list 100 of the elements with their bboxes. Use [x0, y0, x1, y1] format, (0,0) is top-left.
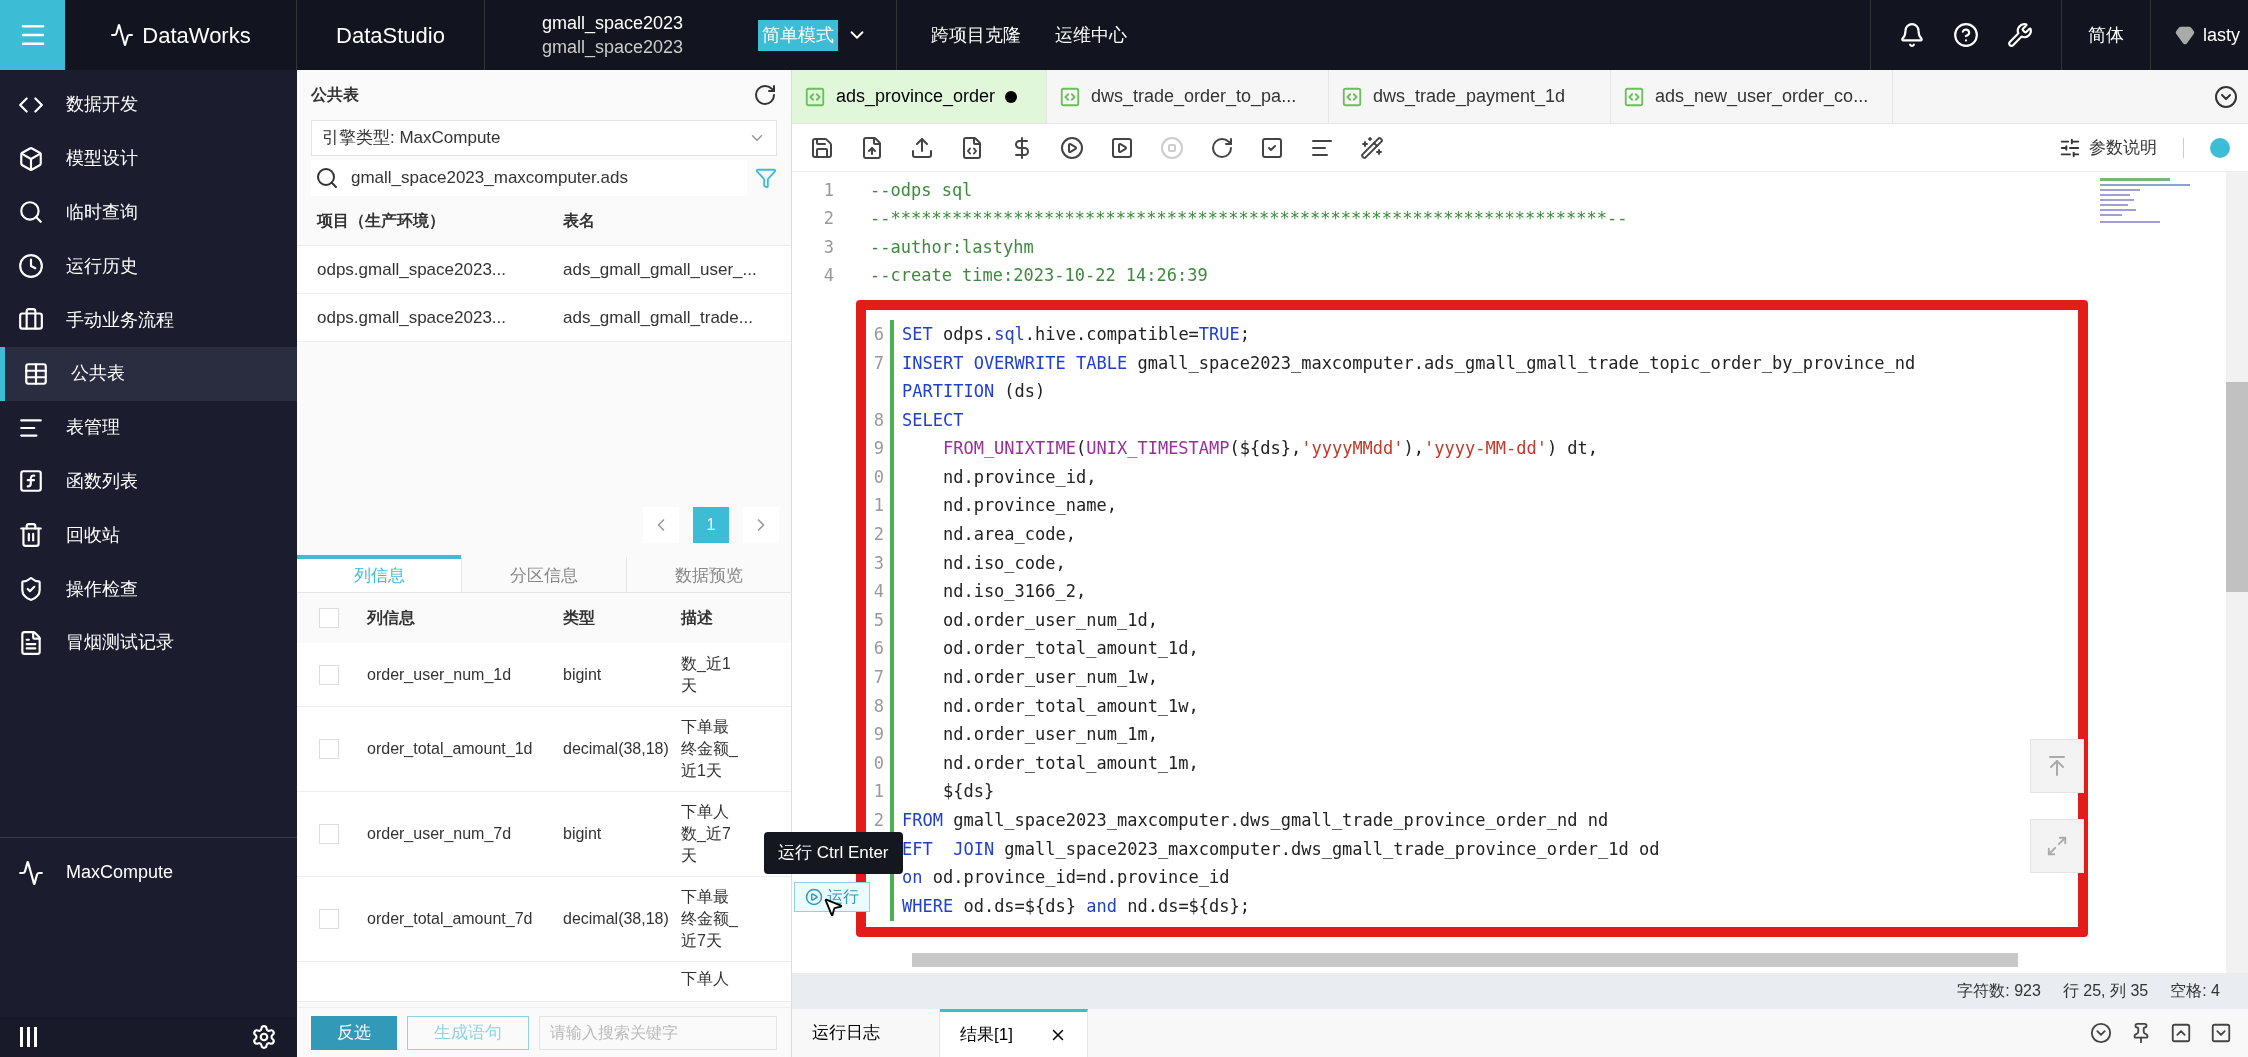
line-number: 2 — [872, 523, 885, 547]
version-icon[interactable] — [960, 135, 984, 160]
bottom-tab[interactable]: 结果[1] — [940, 1009, 1088, 1057]
clock-icon — [18, 253, 44, 280]
run-icon[interactable] — [1060, 135, 1084, 160]
reload-icon[interactable] — [1210, 135, 1234, 160]
status-text: 行 25, 列 35 — [2062, 981, 2149, 1001]
field-description: 下单人数_近7天 — [681, 802, 732, 866]
submit-icon[interactable] — [910, 135, 934, 160]
line-number: 3 — [822, 235, 835, 259]
line-number: 8 — [872, 408, 885, 432]
document-icon — [18, 629, 44, 656]
refresh-icon[interactable] — [753, 83, 777, 107]
brand-name: DataWorks — [142, 21, 251, 50]
notification-icon[interactable] — [1899, 22, 1925, 48]
code-line: nd.province_name, — [941, 494, 1117, 518]
maximize-panel-icon[interactable] — [2170, 1022, 2192, 1044]
table-cell-text: ads_gmall_gmall_trade... — [563, 306, 753, 329]
field-type: bigint — [563, 664, 603, 685]
line-number: 2 — [822, 207, 835, 231]
sidebar-item[interactable]: 表管理 — [0, 400, 297, 455]
line-number: 0 — [872, 751, 885, 775]
tab-list-icon[interactable] — [2214, 84, 2238, 109]
sidebar-item[interactable]: 操作检查 — [0, 562, 297, 616]
sidebar-item[interactable]: 冒烟测试记录 — [0, 615, 297, 670]
line-number: 6 — [872, 637, 885, 661]
select-all-checkbox[interactable] — [319, 608, 339, 628]
field-description: 数_近1天 — [681, 653, 732, 696]
sidebar-item[interactable]: 手动业务流程 — [0, 293, 297, 347]
horizontal-scrollbar[interactable] — [912, 953, 2018, 967]
collapse-icon[interactable] — [20, 1027, 37, 1047]
keyword-field[interactable]: 请输入搜索关键字 — [539, 1015, 777, 1050]
editor-tab[interactable]: ads_province_order — [792, 70, 1047, 123]
user-menu[interactable]: lasty — [2151, 0, 2248, 70]
settings-icon[interactable] — [251, 1024, 277, 1050]
editor-tab[interactable]: ads_new_user_order_co... — [1611, 70, 1893, 123]
code-line: nd.iso_code, — [941, 551, 1066, 575]
status-text: 字符数: 923 — [1957, 981, 2041, 1001]
nav-link[interactable]: 跨项目克隆 — [931, 21, 1021, 49]
tools-icon[interactable] — [1360, 135, 1384, 160]
code-line: nd.order_user_num_1m, — [941, 723, 1158, 747]
row-checkbox[interactable] — [319, 909, 339, 929]
column-header: 类型 — [563, 608, 596, 628]
wrench-icon[interactable] — [2007, 22, 2033, 48]
check-icon[interactable] — [1260, 135, 1284, 160]
line-number: 9 — [872, 723, 885, 747]
expand-icon — [2046, 835, 2068, 857]
table-cell-text: odps.gmall_space2023... — [317, 258, 508, 281]
run-with-params-icon[interactable] — [1110, 135, 1134, 160]
line-number: 6 — [872, 322, 885, 346]
avatar-icon — [2175, 25, 2195, 45]
sidebar-item[interactable]: 临时查询 — [0, 185, 297, 240]
column-header: 描述 — [681, 608, 713, 628]
sql-file-icon — [804, 85, 826, 108]
code-line: nd.area_code, — [941, 523, 1076, 547]
search-field[interactable]: gmall_space2023_maxcomputer.ads — [311, 160, 747, 196]
help-icon[interactable] — [1953, 22, 1979, 48]
nav-link[interactable]: 运维中心 — [1055, 21, 1127, 49]
save-icon[interactable] — [810, 135, 834, 160]
line-number: 4 — [822, 264, 835, 288]
sidebar-item[interactable]: 回收站 — [0, 508, 297, 563]
trash-icon — [18, 522, 44, 549]
code-line: od.order_total_amount_1d, — [941, 637, 1199, 661]
field-name: order_total_amount_1d — [367, 739, 534, 759]
workspace-name: gmall_space2023 — [541, 12, 684, 35]
panel-tab[interactable]: 分区信息 — [461, 555, 626, 592]
params-link[interactable]: 参数说明 — [2059, 134, 2157, 161]
sidebar-item[interactable]: 数据开发 — [0, 78, 297, 132]
save-as-icon[interactable] — [860, 135, 884, 160]
minimize-panel-icon[interactable] — [2210, 1022, 2232, 1044]
sidebar-item[interactable]: 公共表 — [0, 347, 297, 401]
row-checkbox[interactable] — [319, 824, 339, 844]
vertical-scrollbar[interactable] — [2226, 382, 2248, 592]
editor-tab[interactable]: dws_trade_order_to_pa... — [1047, 70, 1329, 123]
panel-tab[interactable]: 数据预览 — [626, 555, 791, 592]
table-icon — [23, 360, 49, 387]
editor-tab[interactable]: dws_trade_payment_1d — [1329, 70, 1611, 123]
line-number: 1 — [822, 178, 835, 202]
line-number: 1 — [872, 780, 885, 804]
line-number: 0 — [872, 465, 885, 489]
line-number: 8 — [872, 694, 885, 718]
sidebar-item[interactable]: 运行历史 — [0, 239, 297, 294]
field-name: order_user_num_1d — [367, 664, 513, 685]
row-checkbox[interactable] — [319, 664, 339, 685]
collapse-panel-icon[interactable] — [2090, 1022, 2112, 1044]
row-checkbox[interactable] — [319, 739, 339, 759]
code-line: SET odps.sql.hive.compatible=TRUE; — [902, 322, 1251, 346]
table-cell-text: ads_gmall_gmall_user_... — [563, 258, 757, 281]
code-line: SELECT — [902, 408, 964, 432]
line-number: 1 — [872, 494, 885, 518]
sidebar-item[interactable]: 模型设计 — [0, 131, 297, 186]
code-line: ${ds} — [941, 780, 995, 804]
line-number: 2 — [872, 809, 885, 832]
line-number: 3 — [872, 551, 885, 575]
sidebar-item[interactable]: 函数列表 — [0, 454, 297, 509]
code-line: --odps sql — [870, 178, 973, 202]
engine-select[interactable]: 引擎类型: MaxCompute — [311, 120, 777, 156]
code-line: PARTITION (ds) — [902, 380, 1046, 404]
code-line: --create time:2023-10-22 14:26:39 — [870, 264, 1208, 288]
column-header: 项目（生产环境） — [317, 210, 446, 231]
